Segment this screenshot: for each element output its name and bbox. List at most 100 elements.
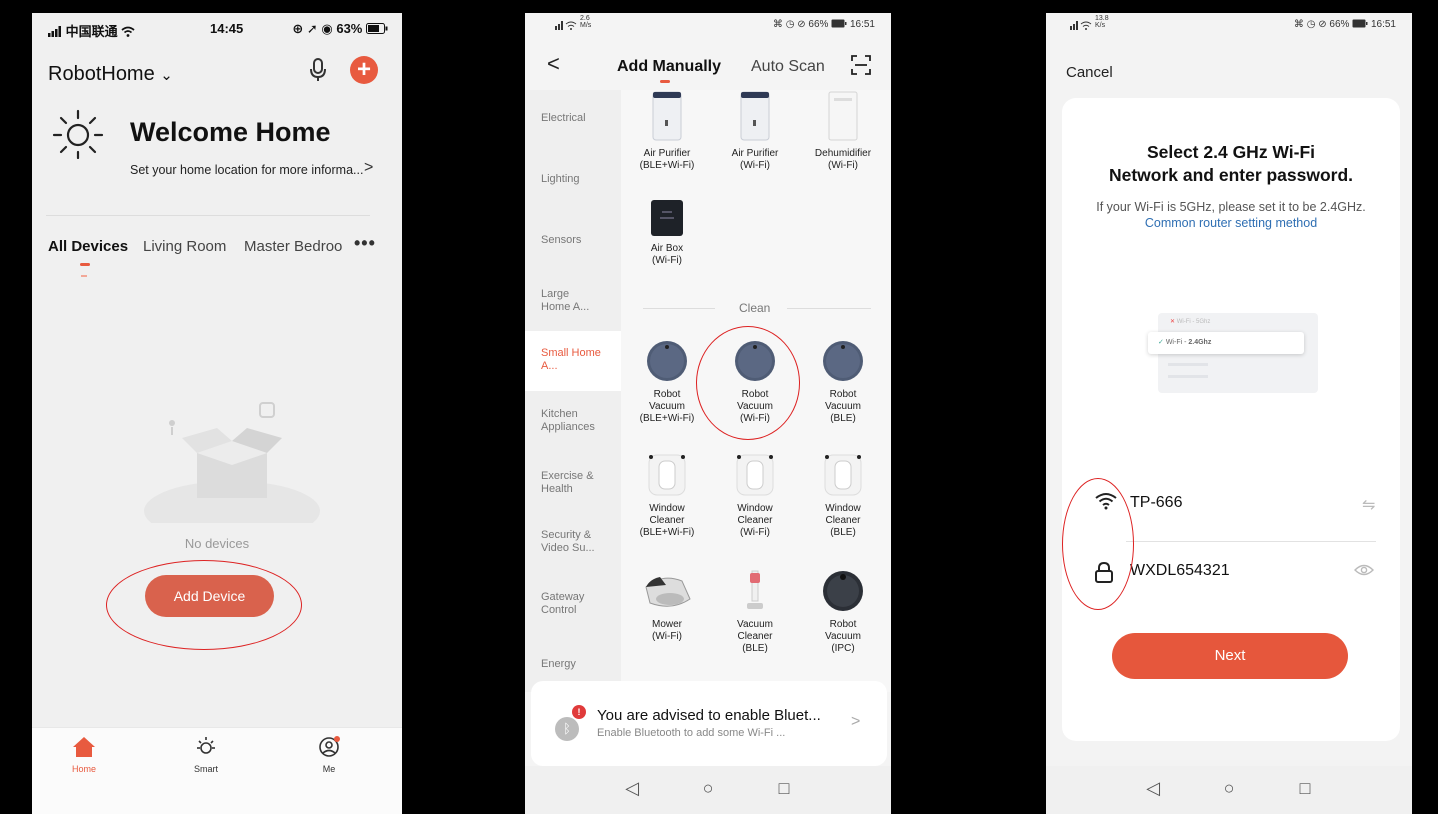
switch-network-icon[interactable]: ⇋ [1362,495,1375,515]
device-line2: Vacuum [737,401,773,412]
show-password-eye-icon[interactable] [1354,563,1374,577]
device-line1: Mower [651,619,682,630]
device-air-box-wifi[interactable]: Air Box (Wi-Fi) [625,199,709,267]
chevron-right-icon[interactable]: > [851,713,860,731]
tabbar-home-label: Home [71,764,96,774]
device-air-purifier-ble-wifi[interactable]: Air Purifier (BLE+Wi-Fi) [625,90,709,172]
section-divider-left [643,308,715,309]
device-line2: Vacuum [649,401,685,412]
device-robot-vacuum-ble[interactable]: Robot Vacuum (BLE) [801,339,885,425]
mute-icon: ⊘ [1318,19,1327,30]
category-lighting[interactable]: Lighting [541,173,580,186]
lock-icon [1095,561,1113,583]
profile-icon [319,736,340,757]
placeholder-line [1168,363,1208,366]
battery-percent: 66% [808,19,829,30]
bluetooth-status-icon: ⌘ [772,19,783,30]
category-electrical[interactable]: Electrical [541,112,586,125]
category-large-home-appliances[interactable]: Large Home A... [541,288,601,314]
device-dehumidifier-wifi[interactable]: Dehumidifier (Wi-Fi) [801,90,885,172]
location-info-link[interactable]: Set your home location for more informa.… [130,163,363,177]
tab-all-devices[interactable]: All Devices [48,238,128,255]
tab-auto-scan[interactable]: Auto Scan [751,58,825,76]
battery-percent: 66% [1329,19,1350,30]
ssid-field[interactable]: TP-666 [1130,494,1182,512]
device-air-purifier-wifi[interactable]: Air Purifier (Wi-Fi) [713,90,797,172]
home-selector[interactable]: RobotHome ⌄ [48,63,173,86]
device-robot-vacuum-ipc[interactable]: Robot Vacuum (IPC) [801,569,885,655]
nav-back-icon[interactable]: ◁ [1138,778,1168,802]
home-name: RobotHome [48,63,155,85]
device-robot-vacuum-wifi[interactable]: Robot Vacuum (Wi-Fi) [713,339,797,425]
tabbar-me[interactable]: Me [299,736,359,774]
category-kitchen-appliances[interactable]: Kitchen Appliances [541,408,617,434]
more-tabs-icon[interactable]: ••• [354,233,376,254]
tabbar-home[interactable]: Home [54,736,114,774]
net-speed: 2.6 M/s [580,15,591,29]
category-energy[interactable]: Energy [541,658,576,671]
nav-back-icon[interactable]: ◁ [617,778,647,802]
nav-recent-icon[interactable]: □ [1290,778,1320,802]
category-small-home-appliances[interactable]: Small Home A... [541,347,601,373]
nav-home-icon[interactable]: ○ [693,778,723,802]
status-right: ⌘ ◷ ⊘ 66% 16:51 [1294,19,1396,30]
device-vacuum-cleaner-ble[interactable]: Vacuum Cleaner (BLE) [713,569,797,655]
device-line1: Robot [829,389,857,400]
device-line1: Dehumidifier [814,148,872,159]
next-button[interactable]: Next [1112,633,1348,679]
battery-icon [1352,19,1368,28]
nav-recent-icon[interactable]: □ [769,778,799,802]
add-device-button[interactable]: Add Device [145,575,274,617]
wifi-description: If your Wi-Fi is 5GHz, please set it to … [1076,199,1386,231]
microphone-icon[interactable] [308,57,328,83]
bluetooth-banner-subtitle: Enable Bluetooth to add some Wi-Fi ... [597,727,786,739]
add-device-screen: 2.6 M/s ⌘ ◷ ⊘ 66% 16:51 < Add Manually A… [525,13,891,814]
scan-icon[interactable] [851,55,871,75]
chevron-right-icon[interactable]: > [364,159,373,177]
tab-add-manually[interactable]: Add Manually [617,58,721,76]
device-line3: (BLE+Wi-Fi) [639,527,695,538]
device-line1: Window [737,503,773,514]
category-sensors[interactable]: Sensors [541,234,581,247]
placeholder-line [1168,375,1208,378]
router-setting-link[interactable]: Common router setting method [1145,216,1317,230]
password-field[interactable]: WXDL654321 [1130,562,1230,580]
category-exercise-health[interactable]: Exercise & Health [541,470,607,496]
category-security-video[interactable]: Security & Video Su... [541,529,607,555]
robot-vacuum-icon [823,341,863,381]
category-gateway-control[interactable]: Gateway Control [541,591,601,617]
cancel-button[interactable]: Cancel [1066,64,1113,81]
device-line2: (Wi-Fi) [652,631,682,642]
device-mower-wifi[interactable]: Mower (Wi-Fi) [625,569,709,643]
device-window-cleaner-ble[interactable]: Window Cleaner (BLE) [801,453,885,539]
device-line2: (Wi-Fi) [652,255,682,266]
device-line1: Air Purifier [731,148,779,159]
divider [46,215,370,216]
bluetooth-status-icon: ⌘ [1293,19,1304,30]
tab-master-bedroom[interactable]: Master Bedroo [244,238,344,255]
tab-living-room[interactable]: Living Room [143,238,226,255]
active-tab-indicator-shadow [81,275,87,277]
device-robot-vacuum-ble-wifi[interactable]: Robot Vacuum (BLE+Wi-Fi) [625,339,709,425]
add-plus-button[interactable]: + [350,56,378,84]
device-line1: Window [649,503,685,514]
device-window-cleaner-wifi[interactable]: Window Cleaner (Wi-Fi) [713,453,797,539]
carrier-name: 中国联通 [65,24,118,39]
status-right: ⌘ ◷ ⊘ 66% 16:51 [773,19,875,30]
wifi-row-5ghz: ✕ Wi-Fi - 5Ghz [1170,318,1210,325]
device-line2: (BLE+Wi-Fi) [639,160,695,171]
nav-home-icon[interactable]: ○ [1214,778,1244,802]
tabbar-smart[interactable]: Smart [176,736,236,774]
status-time: 16:51 [849,19,875,30]
net-speed-value: 13.8 [1095,15,1109,22]
wifi-row-24ghz-prefix: Wi-Fi - [1165,339,1189,346]
battery-icon [366,23,388,34]
robot-vacuum-icon [735,341,775,381]
wifi-list-illustration: ✕ Wi-Fi - 5Ghz ✓ Wi-Fi - 2.4Ghz [1148,313,1328,393]
device-line2: Cleaner [649,515,685,526]
device-window-cleaner-ble-wifi[interactable]: Window Cleaner (BLE+Wi-Fi) [625,453,709,539]
device-line1: Window [825,503,861,514]
window-cleaner-icon [736,454,774,496]
back-arrow-icon[interactable]: < [547,51,560,77]
device-line2: Cleaner [737,631,773,642]
